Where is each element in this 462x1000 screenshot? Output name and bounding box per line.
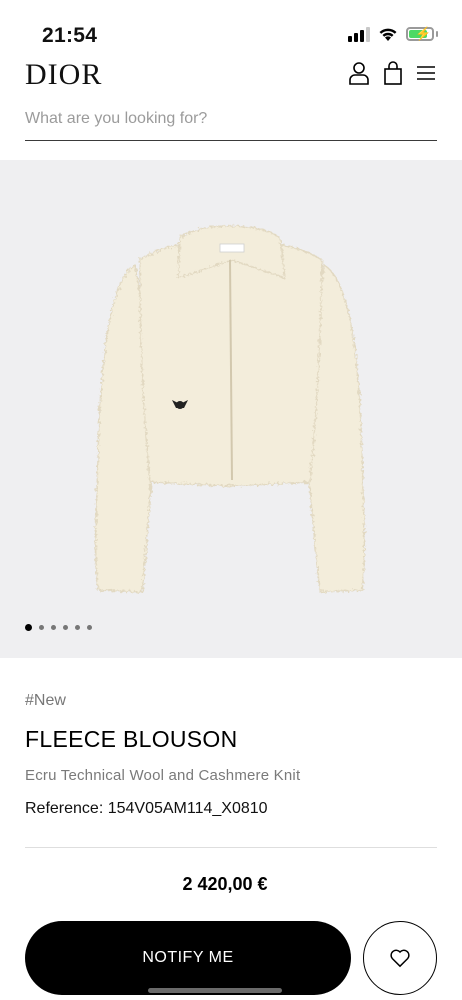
- status-time: 21:54: [42, 24, 98, 47]
- shopping-bag-icon[interactable]: [380, 60, 406, 86]
- site-header: DIOR: [0, 56, 462, 96]
- divider: [25, 847, 437, 848]
- product-title: FLEECE BLOUSON: [25, 726, 238, 752]
- menu-icon[interactable]: [413, 60, 439, 86]
- reference-label: Reference:: [25, 800, 104, 817]
- carousel-dot[interactable]: [51, 625, 56, 630]
- heart-icon: [390, 949, 410, 968]
- product-reference: Reference: 154V05AM114_X0810: [25, 800, 268, 818]
- carousel-dot[interactable]: [39, 625, 44, 630]
- status-bar: 21:54 ⚡: [0, 0, 462, 56]
- account-icon[interactable]: [346, 60, 372, 86]
- carousel-dot[interactable]: [63, 625, 68, 630]
- product-image: [94, 225, 366, 593]
- search-bar: [25, 100, 437, 141]
- notify-me-button[interactable]: NOTIFY ME: [25, 921, 351, 995]
- dior-logo[interactable]: DIOR: [25, 58, 102, 92]
- wifi-icon: [379, 28, 397, 41]
- carousel-dots: [25, 624, 92, 631]
- reference-value: 154V05AM114_X0810: [107, 800, 268, 817]
- battery-tip: [436, 31, 438, 37]
- product-price: 2 420,00 €: [182, 874, 268, 894]
- cellular-signal-icon: [348, 26, 370, 42]
- home-indicator: [148, 988, 282, 993]
- product-image-gallery[interactable]: [0, 160, 462, 658]
- carousel-dot[interactable]: [87, 625, 92, 630]
- battery-charging-icon: ⚡: [406, 27, 434, 41]
- wishlist-button[interactable]: [363, 921, 437, 995]
- status-icons: ⚡: [348, 26, 438, 42]
- carousel-dot-active[interactable]: [25, 624, 32, 631]
- product-tag: #New: [25, 692, 66, 709]
- product-subtitle: Ecru Technical Wool and Cashmere Knit: [25, 767, 301, 784]
- search-input[interactable]: [25, 100, 437, 138]
- carousel-dot[interactable]: [75, 625, 80, 630]
